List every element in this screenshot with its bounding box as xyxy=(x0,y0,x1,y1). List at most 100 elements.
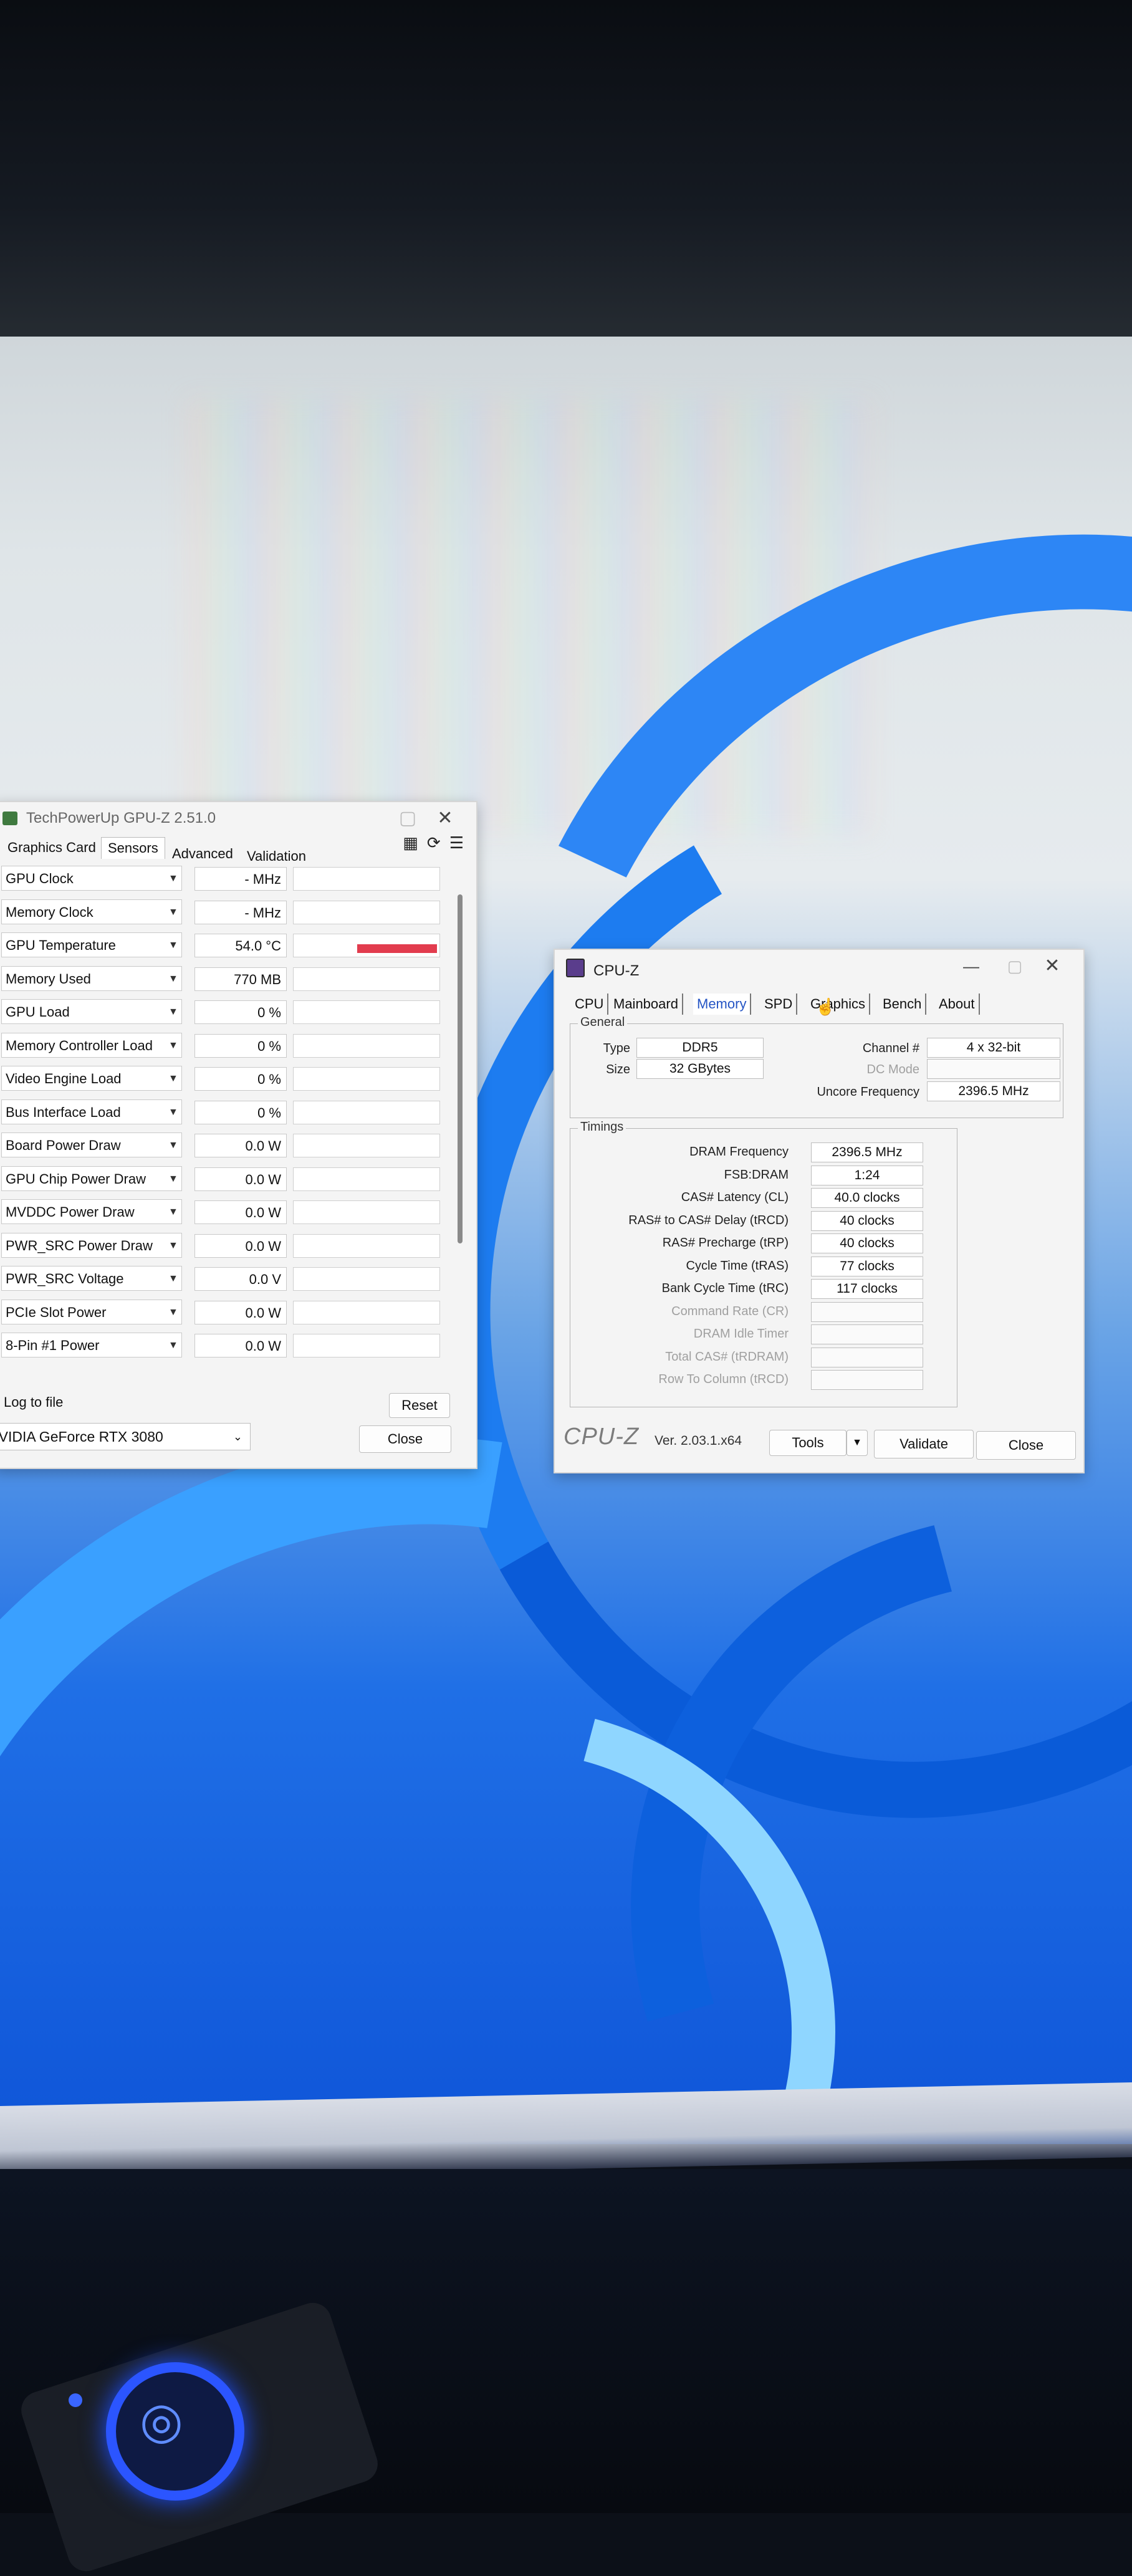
dropdown-arrow-icon[interactable]: ▼ xyxy=(168,1267,178,1291)
gpuz-window-title: TechPowerUp GPU-Z 2.51.0 xyxy=(26,810,216,826)
sensor-value: 54.0 °C xyxy=(194,934,287,957)
channel-value: 4 x 32-bit xyxy=(927,1038,1060,1058)
timing-label: Total CAS# (tRDRAM) xyxy=(665,1349,789,1364)
maximize-icon[interactable]: ▢ xyxy=(395,806,420,831)
mouse-cursor-icon: ☝ xyxy=(815,997,836,1016)
cpuz-logo: CPU-Z xyxy=(564,1424,640,1450)
timing-value xyxy=(811,1324,923,1344)
dropdown-arrow-icon[interactable]: ▼ xyxy=(168,967,178,991)
timing-label: RAS# to CAS# Delay (tRCD) xyxy=(628,1213,789,1227)
sensor-name[interactable]: 8-Pin #1 Power xyxy=(1,1333,182,1357)
version-label: Ver. 2.03.1.x64 xyxy=(655,1434,742,1448)
dropdown-arrow-icon[interactable]: ▼ xyxy=(168,1000,178,1024)
minimize-icon[interactable]: — xyxy=(959,954,984,979)
sensor-value: 0 % xyxy=(194,1000,287,1024)
size-value: 32 GBytes xyxy=(636,1059,764,1079)
dropdown-arrow-icon[interactable]: ▼ xyxy=(168,1067,178,1091)
sensor-row: PCIe Slot Power ▼ 0.0 W xyxy=(1,1298,444,1327)
tab-about[interactable]: About xyxy=(935,994,980,1015)
camera-icon[interactable]: ▦ xyxy=(403,833,418,852)
scrollbar[interactable] xyxy=(458,894,463,1243)
tab-spd[interactable]: SPD xyxy=(760,994,798,1015)
tab-advanced[interactable]: Advanced xyxy=(166,843,239,864)
sensor-name[interactable]: Board Power Draw xyxy=(1,1132,182,1157)
timings-group: Timings DRAM Frequency 2396.5 MHz FSB:DRAM… xyxy=(570,1120,957,1407)
cpuz-titlebar[interactable]: CPU-Z — ▢ ✕ xyxy=(555,950,1083,985)
gpuz-tabs: Graphics Card Sensors Advanced Validatio… xyxy=(1,837,375,864)
timing-label: DRAM Idle Timer xyxy=(693,1327,789,1341)
sensor-graph xyxy=(293,1100,440,1124)
dropdown-arrow-icon[interactable]: ▼ xyxy=(168,1134,178,1157)
sensor-graph xyxy=(293,967,440,991)
general-group: General Type DDR5 Size 32 GBytes Channel… xyxy=(570,1015,1063,1118)
timing-value xyxy=(811,1347,923,1367)
reset-button[interactable]: Reset xyxy=(389,1393,450,1418)
tab-validation[interactable]: Validation xyxy=(241,846,312,867)
refresh-icon[interactable]: ⟳ xyxy=(427,833,441,852)
sensor-name[interactable]: Memory Clock xyxy=(1,899,182,924)
sensor-graph xyxy=(293,1334,440,1357)
sensor-name[interactable]: Video Engine Load xyxy=(1,1066,182,1091)
close-button[interactable]: Close xyxy=(976,1431,1076,1460)
sensor-name[interactable]: GPU Chip Power Draw xyxy=(1,1166,182,1191)
timing-label: Cycle Time (tRAS) xyxy=(686,1258,789,1273)
sensor-name[interactable]: PWR_SRC Power Draw xyxy=(1,1232,182,1258)
sensor-row: PWR_SRC Power Draw ▼ 0.0 W xyxy=(1,1232,444,1260)
sensor-row: GPU Chip Power Draw ▼ 0.0 W xyxy=(1,1165,444,1194)
sensor-name[interactable]: PWR_SRC Voltage xyxy=(1,1266,182,1291)
cpuz-window-title: CPU-Z xyxy=(593,962,640,979)
sensor-name[interactable]: GPU Load xyxy=(1,999,182,1024)
log-to-file-label[interactable]: Log to file xyxy=(4,1394,63,1410)
sensor-name[interactable]: GPU Clock xyxy=(1,866,182,891)
timing-value xyxy=(811,1301,923,1322)
gpuz-window: TechPowerUp GPU-Z 2.51.0 ▢ ✕ Graphics Ca… xyxy=(0,801,477,1469)
sensor-name[interactable]: GPU Temperature xyxy=(1,932,182,957)
dropdown-arrow-icon[interactable]: ▼ xyxy=(168,1101,178,1124)
rgb-device-dot xyxy=(69,2393,82,2407)
sensor-name[interactable]: Memory Controller Load xyxy=(1,1032,182,1058)
gpu-select[interactable]: NVIDIA GeForce RTX 3080 ⌄ xyxy=(0,1423,251,1450)
dropdown-arrow-icon[interactable]: ▼ xyxy=(168,1034,178,1058)
gpuz-titlebar[interactable]: TechPowerUp GPU-Z 2.51.0 ▢ ✕ xyxy=(0,802,476,837)
sensor-value: 0 % xyxy=(194,1100,287,1124)
validate-button[interactable]: Validate xyxy=(874,1430,974,1458)
dropdown-arrow-icon[interactable]: ▼ xyxy=(168,1301,178,1324)
tab-cpu[interactable]: CPU xyxy=(571,994,609,1015)
tab-memory[interactable]: Memory xyxy=(693,994,752,1015)
dropdown-arrow-icon[interactable]: ▼ xyxy=(168,934,178,957)
sensor-name[interactable]: PCIe Slot Power xyxy=(1,1299,182,1324)
timing-value: 40 clocks xyxy=(811,1233,923,1253)
menu-icon[interactable]: ☰ xyxy=(449,833,464,852)
cpuz-window: CPU-Z — ▢ ✕ CPU Mainboard Memory SPD Gra… xyxy=(554,949,1085,1473)
dropdown-arrow-icon[interactable]: ▼ xyxy=(168,867,178,891)
maximize-icon[interactable]: ▢ xyxy=(1002,954,1027,979)
sensor-graph xyxy=(293,1067,440,1091)
dropdown-arrow-icon[interactable]: ▼ xyxy=(168,1200,178,1224)
close-button[interactable]: Close xyxy=(359,1425,451,1453)
tab-mainboard[interactable]: Mainboard xyxy=(610,994,683,1015)
monitor-bezel-top xyxy=(0,0,1132,374)
timing-label: DRAM Frequency xyxy=(689,1145,789,1159)
close-icon[interactable]: ✕ xyxy=(433,806,458,831)
sensor-graph xyxy=(293,1300,440,1324)
type-value: DDR5 xyxy=(636,1038,764,1058)
dropdown-arrow-icon[interactable]: ▼ xyxy=(168,1334,178,1357)
sensor-row: Bus Interface Load ▼ 0 % xyxy=(1,1098,444,1127)
tools-dropdown-button[interactable]: ▼ xyxy=(847,1430,868,1456)
tab-graphics-card[interactable]: Graphics Card xyxy=(1,837,102,858)
dropdown-arrow-icon[interactable]: ▼ xyxy=(168,901,178,924)
timing-label: Bank Cycle Time (tRC) xyxy=(661,1281,789,1295)
sensor-name[interactable]: Bus Interface Load xyxy=(1,1099,182,1124)
tools-button[interactable]: Tools xyxy=(769,1430,847,1456)
close-icon[interactable]: ✕ xyxy=(1040,954,1065,979)
dropdown-arrow-icon[interactable]: ▼ xyxy=(168,1167,178,1191)
tab-bench[interactable]: Bench xyxy=(879,994,927,1015)
sensor-graph xyxy=(293,1000,440,1024)
timing-label: FSB:DRAM xyxy=(724,1167,789,1182)
sensor-name[interactable]: MVDDC Power Draw xyxy=(1,1199,182,1224)
sensor-name[interactable]: Memory Used xyxy=(1,965,182,991)
dropdown-arrow-icon[interactable]: ▼ xyxy=(168,1234,178,1258)
sensor-value: 770 MB xyxy=(194,967,287,991)
sensor-graph xyxy=(293,1233,440,1258)
tab-sensors[interactable]: Sensors xyxy=(101,837,165,859)
